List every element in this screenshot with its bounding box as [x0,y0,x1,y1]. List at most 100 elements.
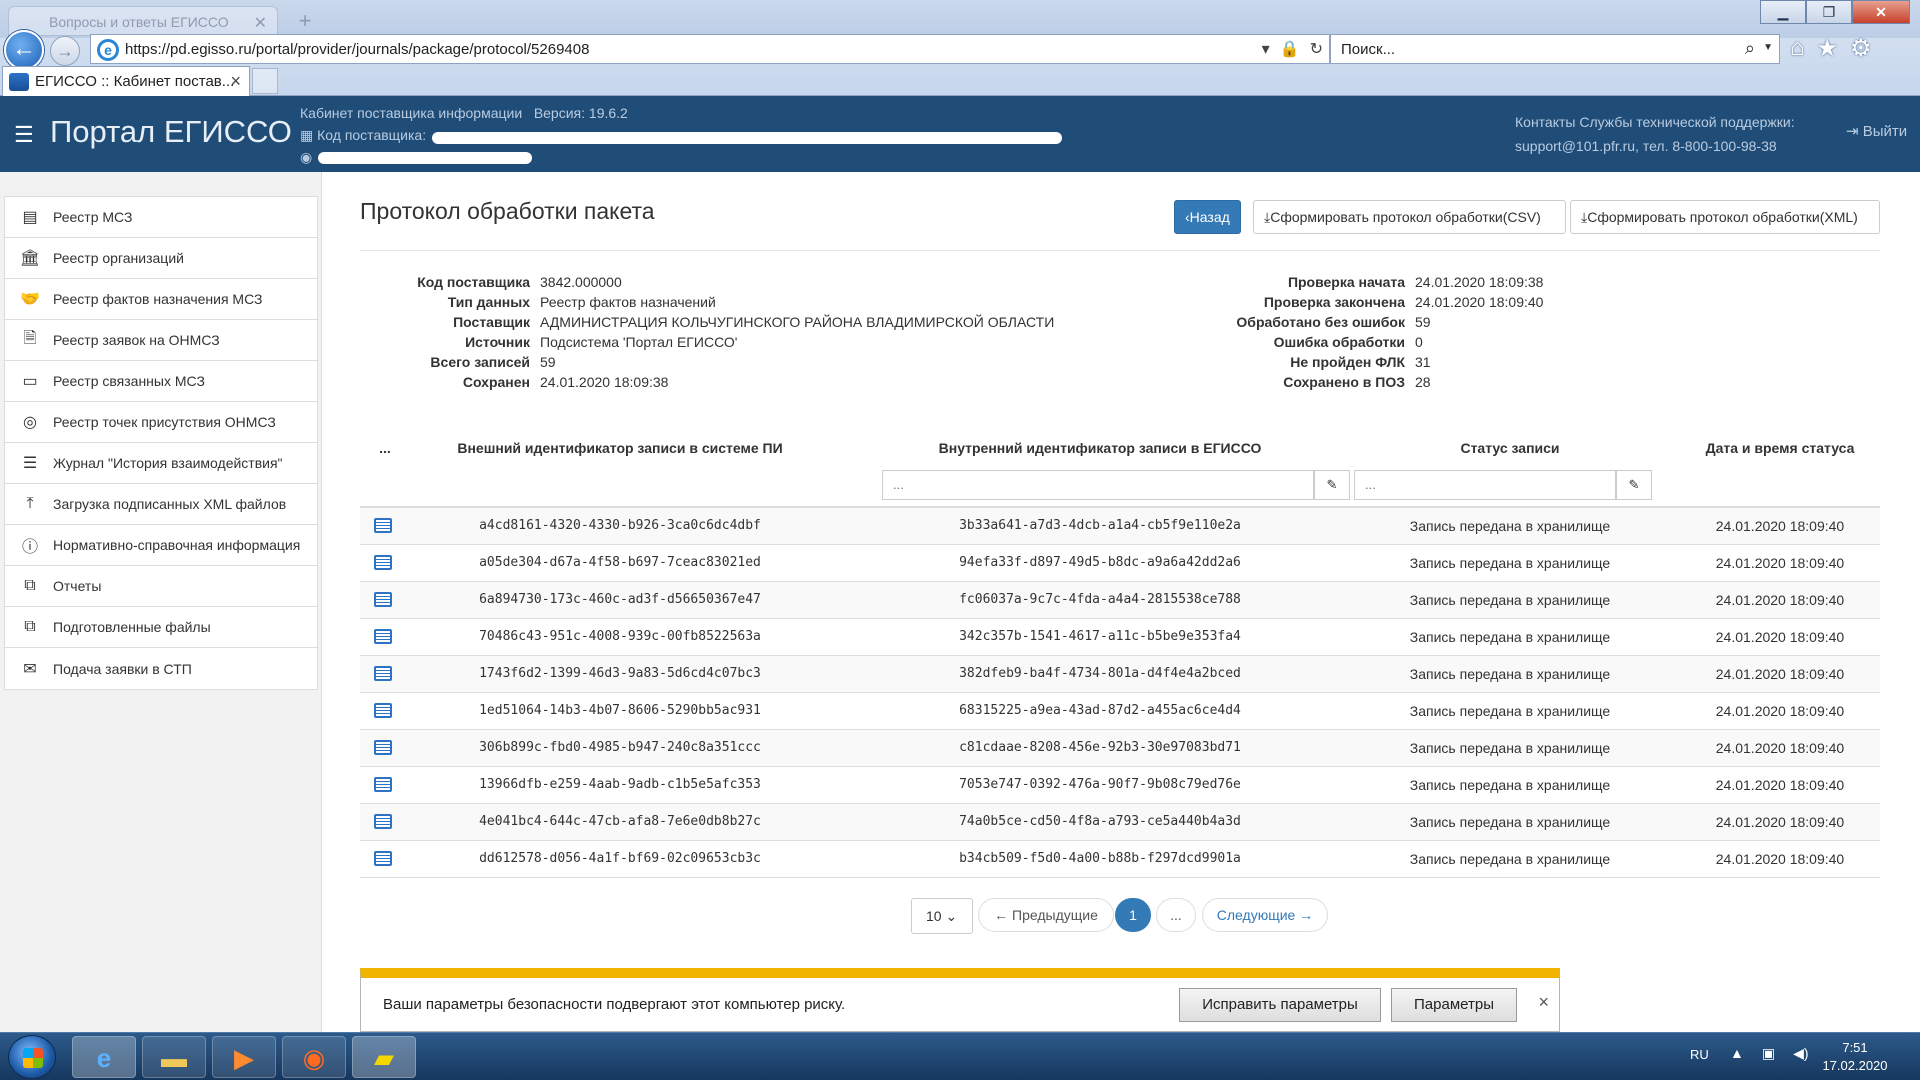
sidebar-item[interactable]: ⧉ Отчеты [5,566,317,607]
sidebar-item[interactable]: ⓘ Нормативно-справочная информация [5,525,317,566]
page-ellipsis: ... [1156,898,1196,932]
address-bar[interactable]: e https://pd.egisso.ru/portal/provider/j… [90,34,1330,64]
view-record-icon[interactable] [374,666,392,681]
home-icon[interactable]: ⌂ [1790,34,1805,63]
info-row: Всего записей 59 [360,352,1054,372]
language-indicator[interactable]: RU [1690,1047,1709,1062]
back-arrow-icon[interactable]: ← [4,30,44,70]
restore-button[interactable]: ❐ [1806,0,1852,24]
active-tab[interactable]: ЕГИССО :: Кабинет постав... × [2,66,250,96]
view-record-icon[interactable] [374,518,392,533]
info-row: Сохранено в ПОЗ 28 [1100,372,1543,392]
hamburger-menu-icon[interactable]: ☰ [14,122,34,148]
tab-close-icon[interactable]: × [230,71,241,92]
clock[interactable]: 7:51 17.02.2020 [1810,1039,1900,1075]
gear-icon[interactable]: ⚙ [1850,34,1872,63]
tray-expand-icon[interactable]: ▲ [1730,1045,1744,1062]
card-icon: ▭ [22,373,38,390]
clear-filter-eraser-icon[interactable]: ✎ [1616,470,1652,500]
browser-search-box[interactable]: Поиск... ⌕ ▼ [1330,34,1780,64]
column-header-external-id[interactable]: Внешний идентификатор записи в системе П… [420,440,820,456]
search-dropdown-icon[interactable]: ▼ [1763,42,1773,53]
next-page-button[interactable]: Следующие → [1202,898,1328,932]
minimize-button[interactable]: ▁ [1760,0,1806,24]
forward-arrow-icon[interactable]: → [50,36,80,66]
external-id-cell: 1743f6d2-1399-46d3-9a83-5d6cd4c07bc3 [479,666,761,681]
search-icon[interactable]: ⌕ [1745,38,1755,59]
sidebar-item[interactable]: ⤒ Загрузка подписанных XML файлов [5,484,317,525]
view-record-icon[interactable] [374,814,392,829]
refresh-icon[interactable]: ↻ [1310,39,1323,59]
sidebar-item[interactable]: ▤ Реестр МСЗ [5,197,317,238]
view-record-icon[interactable] [374,740,392,755]
handshake-icon: 🤝 [20,291,40,308]
taskbar-media-player[interactable]: ▶ [212,1036,276,1078]
back-button[interactable]: ‹Назад [1174,200,1241,234]
copy-icon: ⧉ [24,577,36,594]
url-text[interactable]: https://pd.egisso.ru/portal/provider/jou… [125,41,589,58]
status-filter-input[interactable]: ... [1354,470,1616,500]
dropdown-arrow-icon[interactable]: ▾ [1262,39,1270,59]
info-label: Проверка начата [1287,274,1405,290]
bat-icon: ▰ [374,1043,394,1073]
generate-xml-button[interactable]: ⤓Сформировать протокол обработки(XML) [1570,200,1880,234]
column-header-status[interactable]: Статус записи [1360,440,1660,456]
view-record-icon[interactable] [374,629,392,644]
taskbar-firefox[interactable]: ◉ [282,1036,346,1078]
fix-settings-button[interactable]: Исправить параметры [1179,988,1381,1022]
close-window-button[interactable]: ✕ [1852,0,1910,24]
taskbar-ie[interactable]: e [72,1036,136,1078]
page-1-button[interactable]: 1 [1115,898,1151,932]
network-icon[interactable]: ▣ [1762,1045,1775,1062]
prev-page-button[interactable]: ← Предыдущие [978,898,1114,932]
internal-id-filter-input[interactable]: ... [882,470,1314,500]
redacted-user-name [318,152,532,164]
sidebar-item[interactable]: ☰ Журнал "История взаимодействия" [5,443,317,484]
info-value: 24.01.2020 18:09:40 [1415,294,1544,310]
sidebar-menu: ▤ Реестр МСЗ 🏛 Реестр организаций 🤝 Реестр фа… [4,196,318,690]
view-record-icon[interactable] [374,703,392,718]
generate-csv-button[interactable]: ⤓Сформировать протокол обработки(CSV) [1253,200,1566,234]
info-row: Сохранен 24.01.2020 18:09:38 [360,372,1054,392]
clock-time: 7:51 [1842,1040,1868,1055]
view-record-icon[interactable] [374,555,392,570]
external-id-cell: a4cd8161-4320-4330-b926-3ca0c6dc4dbf [479,518,761,533]
sidebar-item-label: Нормативно-справочная информация [53,537,301,553]
view-record-icon[interactable] [374,851,392,866]
external-id-cell: dd612578-d056-4a1f-bf69-02c09653cb3c [479,851,761,866]
view-record-icon[interactable] [374,777,392,792]
start-button[interactable] [8,1035,56,1079]
speaker-icon[interactable]: ◀) [1793,1045,1808,1062]
column-header-date[interactable]: Дата и время статуса [1680,440,1880,456]
page-size-select[interactable]: 10 ⌄ [911,898,973,934]
info-row: Поставщик АДМИНИСТРАЦИЯ КОЛЬЧУГИНСКОГО РА… [360,312,1054,332]
address-tools: ▾ 🔒 ↻ [1262,39,1323,59]
taskbar-explorer[interactable]: ▬ [142,1036,206,1078]
close-notification-icon[interactable]: × [1538,992,1549,1013]
sidebar-item[interactable]: ✉ Подача заявки в СТП [5,648,317,689]
portal-title[interactable]: Портал ЕГИССО [50,114,292,150]
logout-button[interactable]: ⇥ Выйти [1846,122,1907,140]
taskbar-bat-app[interactable]: ▰ [352,1036,416,1078]
date-cell: 24.01.2020 18:09:40 [1715,703,1845,719]
sidebar-item[interactable]: ◎ Реестр точек присутствия ОНМСЗ [5,402,317,443]
clear-filter-eraser-icon[interactable]: ✎ [1314,470,1350,500]
star-icon[interactable]: ★ [1817,34,1839,63]
lock-icon[interactable]: 🔒 [1280,39,1300,59]
column-header-internal-id[interactable]: Внутренний идентификатор записи в ЕГИССО [880,440,1320,456]
info-row: Проверка начата 24.01.2020 18:09:38 [1100,272,1544,292]
view-record-icon[interactable] [374,592,392,607]
sidebar-item[interactable]: 🗎 Реестр заявок на ОНМСЗ [5,320,317,361]
target-icon: ◎ [23,414,37,431]
sidebar-item[interactable]: ▭ Реестр связанных МСЗ [5,361,317,402]
info-label: Тип данных [447,294,530,310]
sidebar-item[interactable]: 🏛 Реестр организаций [5,238,317,279]
internal-id-cell: 7053e747-0392-476a-90f7-9b08c79ed76e [959,777,1241,792]
sidebar-item[interactable]: ⧉ Подготовленные файлы [5,607,317,648]
table-row: 1ed51064-14b3-4b07-8606-5290bb5ac931 6831… [360,693,1880,730]
column-header-actions: ... [379,440,391,456]
new-tab-button[interactable] [252,68,278,94]
settings-button[interactable]: Параметры [1391,988,1517,1022]
protocol-table: ... Внешний идентификатор записи в систе… [360,430,1880,878]
sidebar-item[interactable]: 🤝 Реестр фактов назначения МСЗ [5,279,317,320]
